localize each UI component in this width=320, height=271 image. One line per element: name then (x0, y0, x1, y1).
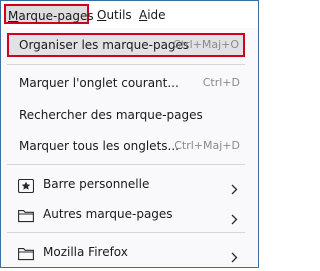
menu-item-organize-bookmarks[interactable]: Organiser les marque-pages Ctrl+Maj+O (7, 33, 245, 57)
menu-separator (7, 64, 245, 65)
chevron-right-icon (229, 247, 239, 263)
folder-icon (18, 207, 34, 223)
menu-item-shortcut: Ctrl+Maj+O (173, 38, 239, 51)
scrollbar[interactable] (251, 28, 258, 267)
menu-separator (7, 164, 245, 165)
chevron-right-icon (229, 179, 239, 195)
bookmarks-menu: Organiser les marque-pages Ctrl+Maj+O Ma… (1, 28, 258, 267)
menu-item-label: Mozilla Firefox (43, 245, 128, 259)
menu-item-search-bookmarks[interactable]: Rechercher des marque-pages (1, 103, 258, 127)
menu-item-other-bookmarks[interactable]: Autres marque-pages (1, 202, 258, 226)
menu-item-shortcut: Ctrl+D (202, 76, 240, 89)
menu-item-label: Marquer tous les onglets... (19, 139, 179, 153)
menu-item-label: Rechercher des marque-pages (19, 108, 203, 122)
bookmarks-window: Marque-pages Outils Aide Organiser les m… (0, 0, 259, 268)
menubar-help[interactable]: Aide (139, 5, 166, 25)
star-folder-icon (17, 177, 35, 194)
menu-item-shortcut: Ctrl+Maj+D (174, 139, 240, 152)
menu-item-bookmark-all-tabs[interactable]: Marquer tous les onglets... Ctrl+Maj+D (1, 134, 258, 158)
menubar-tools[interactable]: Outils (97, 5, 132, 25)
menu-item-label: Organiser les marque-pages (19, 38, 190, 52)
menu-separator (7, 232, 245, 233)
menu-item-label: Marquer l'onglet courant... (19, 76, 179, 90)
folder-icon (18, 245, 34, 261)
chevron-right-icon (229, 209, 239, 225)
menu-item-label: Autres marque-pages (43, 207, 173, 221)
menu-item-label: Barre personnelle (43, 177, 150, 191)
menubar-bookmarks[interactable]: Marque-pages (4, 4, 94, 24)
menu-item-bookmark-current-tab[interactable]: Marquer l'onglet courant... Ctrl+D (1, 71, 258, 95)
menu-item-mozilla-firefox[interactable]: Mozilla Firefox (1, 240, 258, 264)
menu-item-bookmarks-toolbar[interactable]: Barre personnelle (1, 172, 258, 196)
menu-bar: Marque-pages Outils Aide (1, 1, 258, 28)
